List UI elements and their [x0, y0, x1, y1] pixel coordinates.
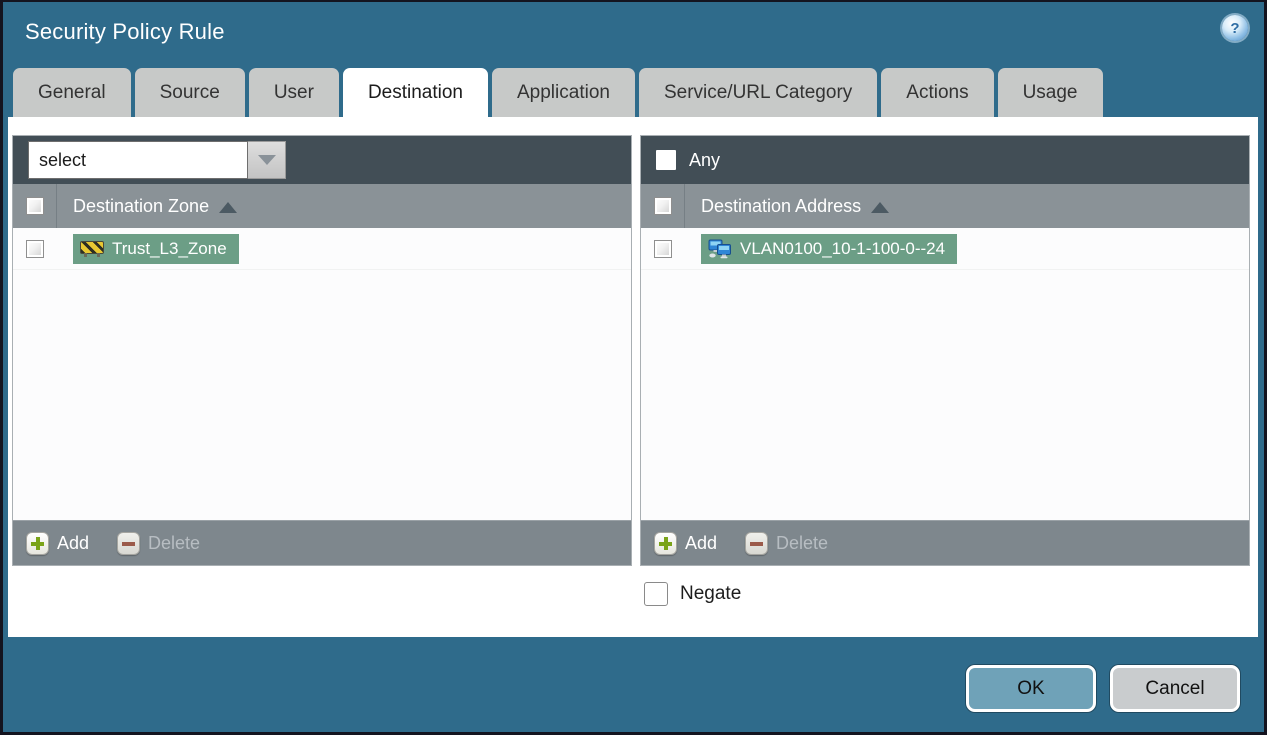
zone-select-all-checkbox[interactable]: [25, 197, 44, 215]
address-footer-bar: Add Delete: [641, 520, 1249, 565]
address-column-header-label: Destination Address: [701, 195, 862, 216]
zone-column-header[interactable]: Destination Zone: [57, 195, 238, 217]
cancel-button[interactable]: Cancel: [1110, 665, 1240, 712]
network-computers-icon: [708, 239, 732, 259]
zone-footer-bar: Add Delete: [13, 520, 631, 565]
address-row-checkbox[interactable]: [654, 239, 672, 258]
destination-zone-panel: select Destination Zone Trust_L3_Zone Ad…: [12, 135, 632, 566]
help-icon[interactable]: ?: [1222, 15, 1248, 41]
address-add-button[interactable]: Add: [654, 531, 718, 555]
tab-source[interactable]: Source: [134, 68, 245, 117]
negate-label: Negate: [680, 583, 742, 604]
tab-destination[interactable]: Destination: [342, 68, 488, 117]
address-table-header: Destination Address: [641, 184, 1249, 228]
negate-option: Negate: [644, 582, 1258, 606]
address-delete-button[interactable]: Delete: [745, 531, 829, 555]
tab-general[interactable]: General: [13, 68, 131, 117]
address-table-body: VLAN0100_10-1-100-0--24: [641, 228, 1249, 520]
sort-ascending-icon: [871, 201, 890, 213]
any-checkbox[interactable]: [656, 150, 676, 170]
security-policy-rule-dialog: Security Policy Rule ? General Source Us…: [3, 2, 1264, 732]
chevron-down-icon: [257, 155, 276, 165]
zone-select-dropdown-button[interactable]: [248, 141, 286, 179]
zone-delete-label: Delete: [148, 532, 201, 553]
table-row: Trust_L3_Zone: [13, 228, 631, 270]
zone-delete-button[interactable]: Delete: [117, 531, 201, 555]
address-delete-label: Delete: [776, 532, 829, 553]
zone-item-trust-l3-zone[interactable]: Trust_L3_Zone: [73, 233, 239, 264]
tab-service-url-category[interactable]: Service/URL Category: [638, 68, 878, 117]
address-select-all-checkbox[interactable]: [653, 197, 672, 215]
zone-column-header-label: Destination Zone: [73, 195, 210, 216]
any-label: Any: [689, 149, 721, 170]
address-toolbar: Any: [641, 136, 1249, 184]
address-item-label: VLAN0100_10-1-100-0--24: [740, 238, 946, 258]
dialog-button-row: OK Cancel: [966, 665, 1240, 712]
tab-usage[interactable]: Usage: [997, 68, 1103, 117]
zone-row-checkbox[interactable]: [26, 239, 44, 258]
destination-address-panel: Any Destination Address VLAN0100_10-1-10…: [640, 135, 1250, 566]
minus-icon: [117, 531, 141, 555]
destination-tab-content: select Destination Zone Trust_L3_Zone Ad…: [8, 117, 1258, 637]
zone-item-label: Trust_L3_Zone: [112, 238, 227, 258]
zone-add-label: Add: [57, 532, 90, 553]
address-add-label: Add: [685, 532, 718, 553]
zone-select-input[interactable]: select: [28, 141, 248, 179]
plus-icon: [26, 531, 49, 555]
sort-ascending-icon: [219, 201, 238, 213]
minus-icon: [745, 531, 769, 555]
tab-application[interactable]: Application: [492, 68, 635, 117]
dialog-title: Security Policy Rule: [25, 19, 225, 44]
zone-toolbar: select: [13, 136, 631, 184]
title-bar: Security Policy Rule ?: [3, 2, 1264, 62]
zone-table-body: Trust_L3_Zone: [13, 228, 631, 520]
table-row: VLAN0100_10-1-100-0--24: [641, 228, 1249, 270]
tab-actions[interactable]: Actions: [881, 68, 994, 117]
zone-add-button[interactable]: Add: [26, 531, 90, 555]
zone-table-header: Destination Zone: [13, 184, 631, 228]
zone-barrier-icon: [80, 240, 104, 257]
tab-bar: General Source User Destination Applicat…: [3, 62, 1264, 117]
address-item-vlan0100[interactable]: VLAN0100_10-1-100-0--24: [701, 233, 958, 264]
plus-icon: [654, 531, 677, 555]
negate-checkbox[interactable]: [644, 582, 668, 606]
zone-select-combo: select: [28, 141, 286, 179]
ok-button[interactable]: OK: [966, 665, 1096, 712]
tab-user[interactable]: User: [248, 68, 339, 117]
address-column-header[interactable]: Destination Address: [685, 195, 890, 217]
